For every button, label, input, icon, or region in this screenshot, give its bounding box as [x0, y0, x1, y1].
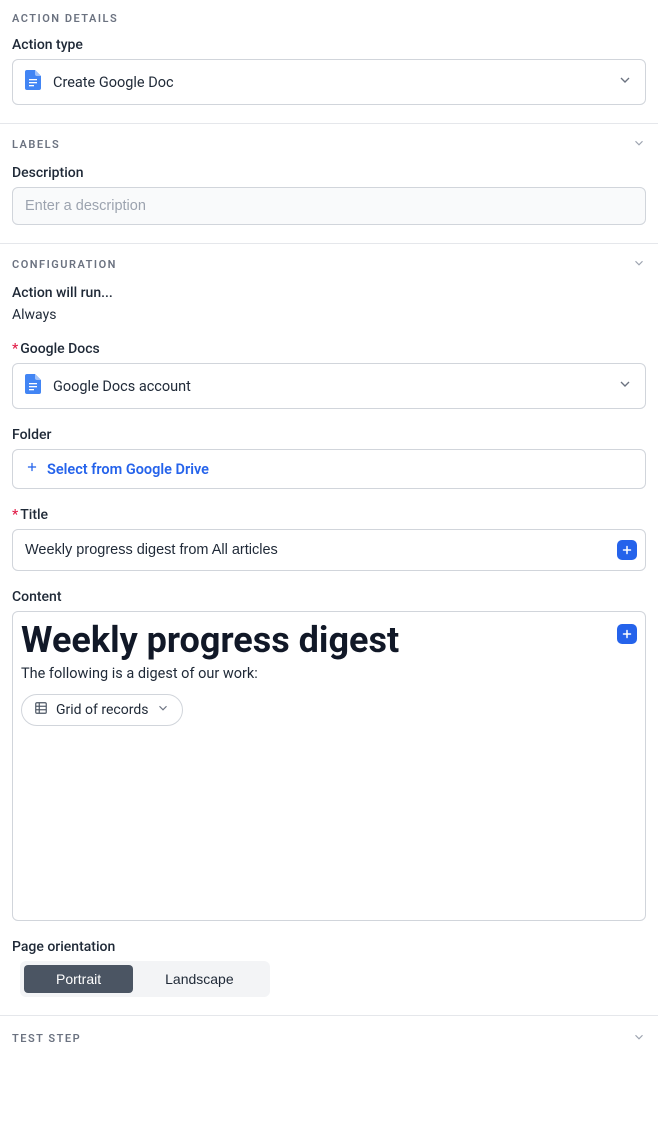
content-label: Content — [12, 589, 646, 605]
test-step-section: TEST STEP — [0, 1015, 658, 1061]
required-marker: * — [12, 507, 18, 523]
google-doc-icon — [25, 374, 41, 398]
title-input-wrapper — [12, 529, 646, 571]
chevron-down-icon — [632, 1030, 646, 1047]
action-run-value: Always — [12, 307, 646, 323]
portrait-button[interactable]: Portrait — [24, 965, 133, 993]
action-run-field: Action will run... Always — [12, 285, 646, 323]
action-type-select[interactable]: Create Google Doc — [12, 59, 646, 105]
google-docs-label: *Google Docs — [12, 341, 646, 357]
action-run-label: Action will run... — [12, 285, 646, 301]
content-editor[interactable]: Weekly progress digest The following is … — [12, 611, 646, 921]
google-docs-account-value: Google Docs account — [53, 378, 191, 395]
description-field: Description — [12, 165, 646, 225]
title-input[interactable] — [19, 538, 617, 562]
content-heading: Weekly progress digest — [21, 620, 637, 661]
action-details-header: ACTION DETAILS — [12, 12, 646, 25]
google-docs-field: *Google Docs Google Docs account — [12, 341, 646, 409]
content-field: Content Weekly progress digest The follo… — [12, 589, 646, 921]
chevron-down-icon — [632, 136, 646, 153]
test-step-title: TEST STEP — [12, 1032, 81, 1045]
content-subtext: The following is a digest of our work: — [21, 665, 637, 682]
google-docs-account-select[interactable]: Google Docs account — [12, 363, 646, 409]
folder-label: Folder — [12, 427, 646, 443]
labels-section: LABELS Description — [0, 123, 658, 243]
chevron-down-icon — [617, 72, 633, 92]
orientation-toggle: Portrait Landscape — [20, 961, 270, 997]
chevron-down-icon — [632, 256, 646, 273]
select-folder-text: Select from Google Drive — [47, 461, 209, 478]
google-doc-icon — [25, 70, 41, 94]
plus-icon — [25, 460, 39, 478]
labels-title: LABELS — [12, 138, 60, 151]
configuration-section: CONFIGURATION Action will run... Always … — [0, 243, 658, 1015]
insert-token-button[interactable] — [617, 624, 637, 644]
orientation-field: Page orientation Portrait Landscape — [12, 939, 646, 997]
action-type-value: Create Google Doc — [53, 74, 174, 91]
action-details-section: ACTION DETAILS Action type Create Google… — [0, 0, 658, 123]
configuration-title: CONFIGURATION — [12, 258, 117, 271]
chevron-down-icon — [617, 376, 633, 396]
title-field: *Title — [12, 507, 646, 571]
description-input[interactable] — [12, 187, 646, 225]
select-folder-button[interactable]: Select from Google Drive — [12, 449, 646, 489]
chevron-down-icon — [156, 701, 170, 719]
orientation-label: Page orientation — [12, 939, 646, 955]
landscape-button[interactable]: Landscape — [133, 965, 266, 993]
configuration-header[interactable]: CONFIGURATION — [12, 256, 646, 273]
title-label: *Title — [12, 507, 646, 523]
folder-field: Folder Select from Google Drive — [12, 427, 646, 489]
action-details-title: ACTION DETAILS — [12, 12, 118, 25]
grid-of-records-chip[interactable]: Grid of records — [21, 694, 183, 726]
action-type-field: Action type Create Google Doc — [12, 37, 646, 105]
grid-chip-label: Grid of records — [56, 702, 148, 718]
insert-token-button[interactable] — [617, 540, 637, 560]
labels-header[interactable]: LABELS — [12, 136, 646, 153]
required-marker: * — [12, 341, 18, 357]
description-label: Description — [12, 165, 646, 181]
action-type-label: Action type — [12, 37, 646, 53]
grid-icon — [34, 701, 48, 719]
test-step-header[interactable]: TEST STEP — [12, 1030, 646, 1047]
